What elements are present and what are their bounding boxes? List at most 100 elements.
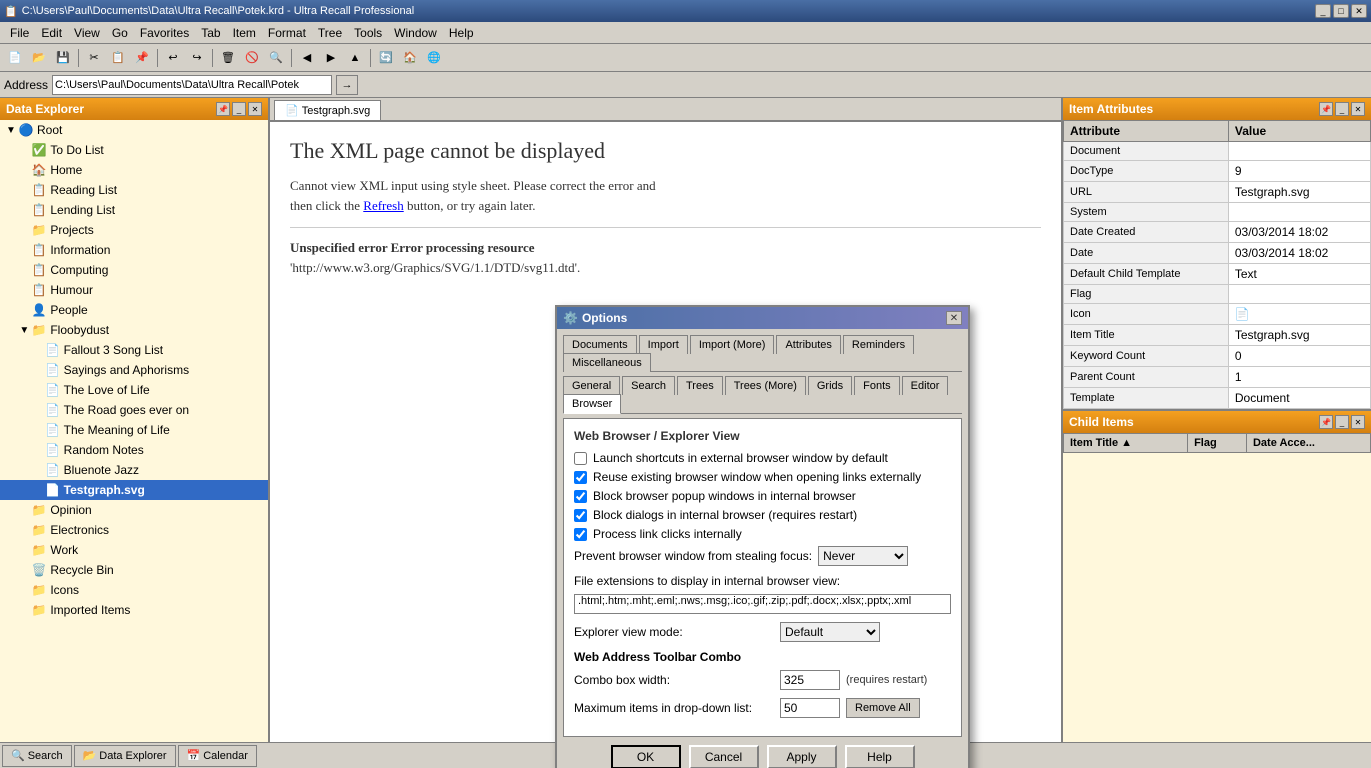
pin-button[interactable]: 📌	[216, 102, 230, 116]
tree-item-work[interactable]: 📁 Work	[0, 540, 268, 560]
open-button[interactable]: 📂	[28, 47, 50, 69]
tree-item-humour[interactable]: 📋 Humour	[0, 280, 268, 300]
refresh-button[interactable]: 🔄	[375, 47, 397, 69]
tree-toggle-work[interactable]	[17, 545, 31, 556]
tree-item-lending[interactable]: 📋 Lending List	[0, 200, 268, 220]
save-button[interactable]: 💾	[52, 47, 74, 69]
help-button[interactable]: Help	[845, 745, 915, 768]
attr-minimize-button[interactable]: _	[1335, 102, 1349, 116]
tree-item-electronics[interactable]: 📁 Electronics	[0, 520, 268, 540]
tree-item-todo[interactable]: ✅ To Do List	[0, 140, 268, 160]
tab-fonts[interactable]: Fonts	[854, 376, 900, 395]
tab-testgraph[interactable]: 📄 Testgraph.svg	[274, 100, 381, 120]
menu-file[interactable]: File	[4, 24, 35, 42]
tab-reminders[interactable]: Reminders	[843, 335, 914, 354]
tree-toggle-projects[interactable]	[17, 225, 31, 236]
close-button[interactable]: ✕	[1351, 4, 1367, 18]
tree-toggle-humour[interactable]	[17, 285, 31, 296]
address-input[interactable]	[52, 75, 332, 95]
menu-favorites[interactable]: Favorites	[134, 24, 195, 42]
tree-toggle-information[interactable]	[17, 245, 31, 256]
combo-width-input[interactable]	[780, 670, 840, 690]
tab-import[interactable]: Import	[639, 335, 688, 354]
tree-item-random[interactable]: 📄 Random Notes	[0, 440, 268, 460]
tree-toggle-meaning[interactable]	[31, 425, 45, 436]
menu-view[interactable]: View	[68, 24, 106, 42]
new-button[interactable]: 📄	[4, 47, 26, 69]
tree-toggle-imported[interactable]	[17, 605, 31, 616]
tree-item-love[interactable]: 📄 The Love of Life	[0, 380, 268, 400]
tree-item-meaning[interactable]: 📄 The Meaning of Life	[0, 420, 268, 440]
tab-general[interactable]: General	[563, 376, 620, 395]
cancel-button[interactable]: Cancel	[689, 745, 759, 768]
back-button[interactable]: ◀	[296, 47, 318, 69]
cb-reuse-browser[interactable]	[574, 471, 587, 484]
tree-item-opinion[interactable]: 📁 Opinion	[0, 500, 268, 520]
menu-tree[interactable]: Tree	[312, 24, 348, 42]
tree-toggle-road[interactable]	[31, 405, 45, 416]
tree-toggle-reading[interactable]	[17, 185, 31, 196]
tree-item-home[interactable]: 🏠 Home	[0, 160, 268, 180]
tree-item-information[interactable]: 📋 Information	[0, 240, 268, 260]
tree-item-fallout[interactable]: 📄 Fallout 3 Song List	[0, 340, 268, 360]
tree-item-reading[interactable]: 📋 Reading List	[0, 180, 268, 200]
tab-trees-more[interactable]: Trees (More)	[725, 376, 806, 395]
tree-item-recycle[interactable]: 🗑️ Recycle Bin	[0, 560, 268, 580]
tab-attributes[interactable]: Attributes	[776, 335, 840, 354]
tab-documents[interactable]: Documents	[563, 335, 637, 354]
redo-button[interactable]: ↪	[186, 47, 208, 69]
tree-item-testgraph[interactable]: 📄 Testgraph.svg	[0, 480, 268, 500]
tree-toggle-testgraph[interactable]	[31, 485, 45, 496]
undo-button[interactable]: ↩	[162, 47, 184, 69]
ok-button[interactable]: OK	[611, 745, 681, 768]
cut-button[interactable]: ✂	[83, 47, 105, 69]
menu-go[interactable]: Go	[106, 24, 134, 42]
tree-toggle-icons[interactable]	[17, 585, 31, 596]
max-items-input[interactable]	[780, 698, 840, 718]
tree-toggle-sayings[interactable]	[31, 365, 45, 376]
tree-toggle-lending[interactable]	[17, 205, 31, 216]
address-go-button[interactable]: →	[336, 75, 358, 95]
tab-search[interactable]: Search	[622, 376, 675, 395]
tree-toggle-home[interactable]	[17, 165, 31, 176]
child-close-button[interactable]: ✕	[1351, 415, 1365, 429]
tree-toggle-recycle[interactable]	[17, 565, 31, 576]
tab-miscellaneous[interactable]: Miscellaneous	[563, 353, 651, 372]
tree-toggle-fallout[interactable]	[31, 345, 45, 356]
data-explorer-status-button[interactable]: 📂 Data Explorer	[74, 745, 176, 767]
tree-toggle-people[interactable]	[17, 305, 31, 316]
close-panel-button[interactable]: ✕	[248, 102, 262, 116]
tree-toggle-opinion[interactable]	[17, 505, 31, 516]
menu-tab[interactable]: Tab	[195, 24, 226, 42]
dialog-close-button[interactable]: ✕	[946, 311, 962, 325]
paste-button[interactable]: 📌	[131, 47, 153, 69]
minimize-button[interactable]: _	[1315, 4, 1331, 18]
tree-toggle-love[interactable]	[31, 385, 45, 396]
stop-button[interactable]: 🚫	[241, 47, 263, 69]
menu-format[interactable]: Format	[262, 24, 312, 42]
tab-trees[interactable]: Trees	[677, 376, 723, 395]
refresh-link[interactable]: Refresh	[363, 198, 403, 213]
internet-button[interactable]: 🌐	[423, 47, 445, 69]
home-button[interactable]: 🏠	[399, 47, 421, 69]
tree-item-people[interactable]: 👤 People	[0, 300, 268, 320]
apply-button[interactable]: Apply	[767, 745, 837, 768]
tree-item-floobydust[interactable]: ▼ 📁 Floobydust	[0, 320, 268, 340]
calendar-status-button[interactable]: 📅 Calendar	[178, 745, 257, 767]
cb-block-popup[interactable]	[574, 490, 587, 503]
tree-toggle-floobydust[interactable]: ▼	[17, 325, 31, 336]
minimize-panel-button[interactable]: _	[232, 102, 246, 116]
menu-tools[interactable]: Tools	[348, 24, 388, 42]
menu-window[interactable]: Window	[388, 24, 443, 42]
tab-import-more[interactable]: Import (More)	[690, 335, 775, 354]
tree-toggle-root[interactable]: ▼	[4, 125, 18, 136]
copy-button[interactable]: 📋	[107, 47, 129, 69]
tab-editor[interactable]: Editor	[902, 376, 949, 395]
tree-toggle-todo[interactable]	[17, 145, 31, 156]
tab-grids[interactable]: Grids	[808, 376, 852, 395]
delete-button[interactable]: 🗑	[217, 47, 239, 69]
menu-item[interactable]: Item	[227, 24, 262, 42]
child-pin-button[interactable]: 📌	[1319, 415, 1333, 429]
tree-item-road[interactable]: 📄 The Road goes ever on	[0, 400, 268, 420]
maximize-button[interactable]: □	[1333, 4, 1349, 18]
